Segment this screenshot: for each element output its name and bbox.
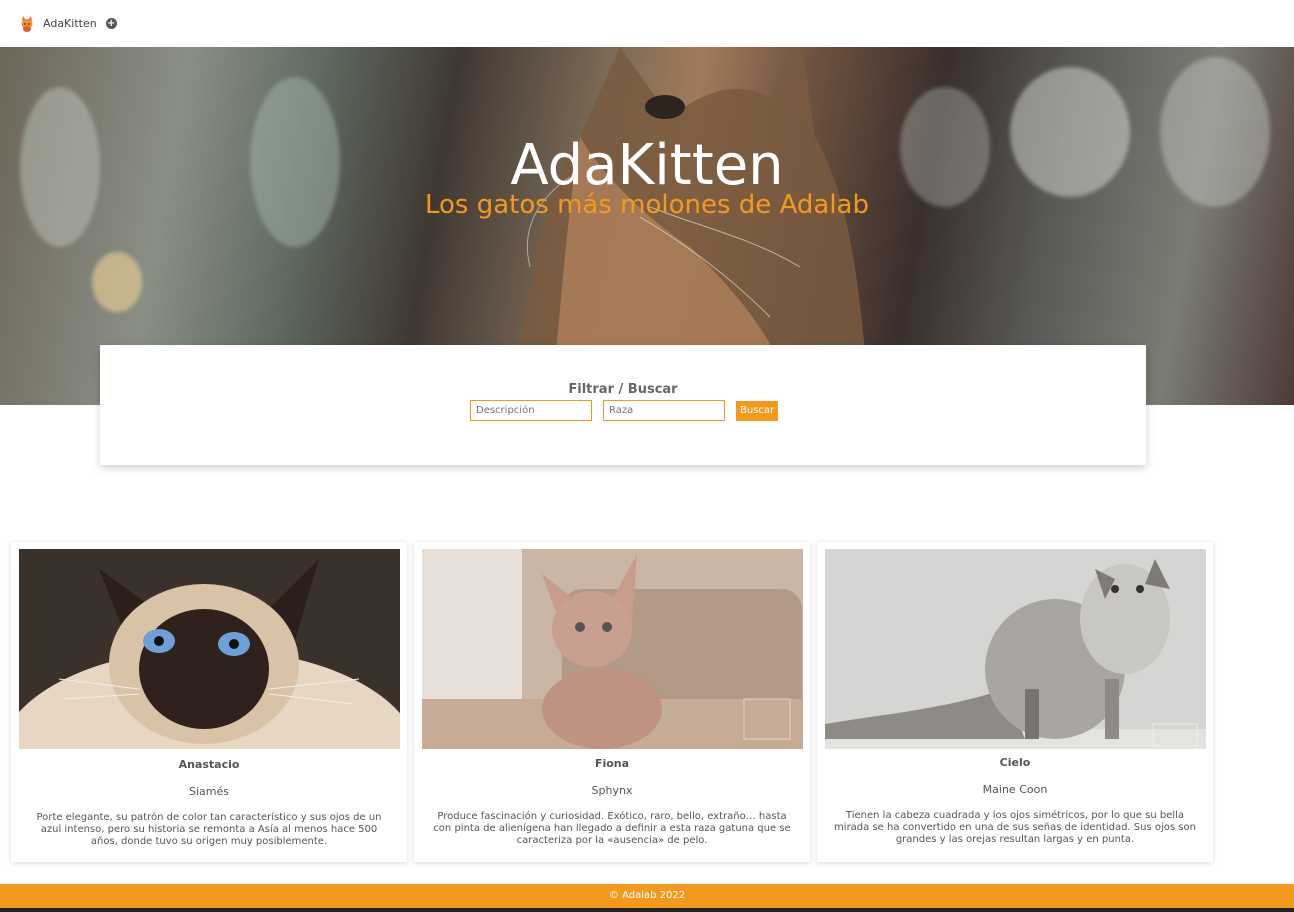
cat-image [19,549,400,749]
footer-bottom-strip [0,908,1294,912]
plus-circle-icon[interactable]: + [105,18,117,29]
cat-name: Anastacio [178,758,240,771]
cat-card: Anastacio Siamés Porte elegante, su patr… [11,542,407,862]
cat-name: Cielo [999,756,1031,769]
cat-breed: Sphynx [591,784,633,797]
footer: © Adalab 2022 [0,884,1294,908]
cat-image [825,549,1206,749]
cat-image [422,549,803,749]
filter-panel: Filtrar / Buscar Buscar [100,345,1146,465]
search-button[interactable]: Buscar [736,400,779,421]
cat-description: Produce fascinación y curiosidad. Exótic… [433,811,791,846]
cat-description: Porte elegante, su patrón de color tan c… [36,812,382,847]
cat-breed: Siamés [189,785,229,798]
hero-title: AdaKitten [510,133,784,198]
top-bar: AdaKitten + [0,0,1294,47]
hero-subtitle: Los gatos más molones de Adalab [424,190,869,220]
cat-card: Cielo Maine Coon Tienen la cabeza cuadra… [817,542,1213,862]
bokeh-light [92,252,142,312]
cat-name: Fiona [594,757,630,770]
cat-breed: Maine Coon [982,783,1048,796]
breed-input[interactable] [603,400,725,421]
filter-form: Buscar [470,400,779,421]
description-input[interactable] [470,400,592,421]
brand-name[interactable]: AdaKitten [43,17,97,30]
cat-card: Fiona Sphynx Produce fascinación y curio… [414,542,810,862]
cat-description: Tienen la cabeza cuadrada y los ojos sim… [834,810,1196,845]
kitten-logo-icon[interactable] [20,15,34,32]
filter-title: Filtrar / Buscar [568,382,678,397]
